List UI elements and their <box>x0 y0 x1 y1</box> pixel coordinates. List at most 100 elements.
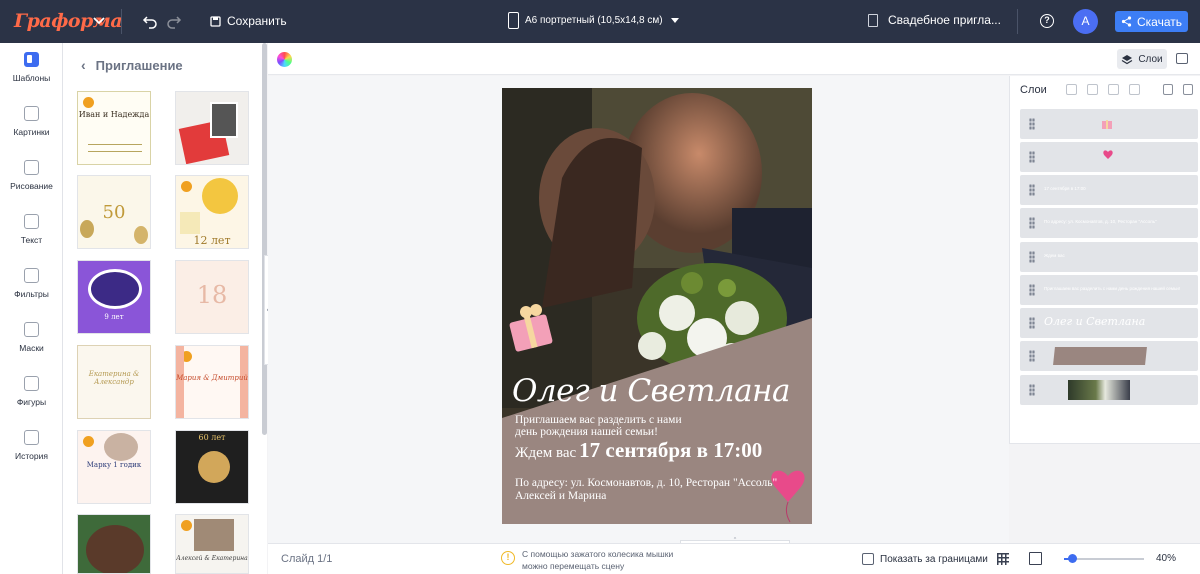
layer-row[interactable] <box>1020 341 1198 371</box>
trash-icon[interactable] <box>1183 84 1193 95</box>
color-wheel-icon[interactable] <box>277 52 292 67</box>
thumb-text: Алексей & Екатерина <box>176 555 248 562</box>
grid-icon[interactable] <box>997 553 1009 565</box>
drag-handle-icon[interactable] <box>1029 251 1035 263</box>
thumb-text: 18 <box>196 281 228 309</box>
rail-label: Фильтры <box>14 289 49 299</box>
drag-handle-icon[interactable] <box>1029 317 1035 329</box>
layer-row[interactable]: Олег и Светлана <box>1020 308 1198 338</box>
checkbox[interactable] <box>862 553 874 565</box>
shape-thumb <box>1053 347 1147 365</box>
redo-icon[interactable] <box>166 13 182 29</box>
user-avatar[interactable]: А <box>1073 9 1098 34</box>
rail-shapes[interactable]: Фигуры <box>0 376 63 407</box>
template-thumb[interactable] <box>77 514 151 574</box>
divider <box>1017 9 1018 34</box>
premium-crown-icon <box>181 181 192 192</box>
rail-images[interactable]: Картинки <box>0 106 63 137</box>
rail-history[interactable]: История <box>0 430 63 461</box>
bring-to-front-icon[interactable] <box>1066 84 1077 95</box>
rail-templates[interactable]: Шаблоны <box>0 52 63 83</box>
show-outside-toggle[interactable]: Показать за границами <box>862 553 988 565</box>
zoom-value: 40% <box>1156 553 1177 564</box>
layer-row[interactable]: 17 сентября в 17:00 <box>1020 175 1198 205</box>
undo-icon[interactable] <box>142 13 158 29</box>
template-thumb[interactable]: Екатерина & Александр <box>77 345 151 419</box>
page-size-select[interactable]: А6 портретный (10,5x14,8 см) <box>508 12 679 29</box>
wait-date: 17 сентября в 17:00 <box>579 438 763 462</box>
send-to-back-icon[interactable] <box>1129 84 1140 95</box>
layer-row[interactable]: Приглашаем вас разделить с нами день рож… <box>1020 275 1198 305</box>
card-invite-text[interactable]: Приглашаем вас разделить с нами день рож… <box>515 414 682 438</box>
layers-button[interactable]: Слои <box>1117 49 1167 69</box>
help-icon[interactable]: ? <box>1040 14 1054 28</box>
tool-strip <box>268 43 1200 75</box>
drag-handle-icon[interactable] <box>1029 184 1035 196</box>
layer-row[interactable] <box>1020 375 1198 405</box>
card-wait-text[interactable]: Ждем вас 17 сентября в 17:00 <box>515 438 762 463</box>
drag-handle-icon[interactable] <box>1029 284 1035 296</box>
left-rail: Шаблоны Картинки Рисование Текст Фильтры… <box>0 43 63 574</box>
rail-label: Картинки <box>13 127 50 137</box>
duplicate-icon[interactable] <box>1163 84 1173 95</box>
rail-filters[interactable]: Фильтры <box>0 268 63 299</box>
panel-scrollbar[interactable] <box>262 43 267 435</box>
rail-label: Шаблоны <box>12 73 51 83</box>
chevron-down-icon[interactable] <box>92 13 106 27</box>
template-thumb[interactable]: 60 лет <box>175 430 249 504</box>
template-thumb[interactable]: Алексей & Екатерина <box>175 514 249 574</box>
card-names[interactable]: Олег и Светлана <box>512 373 790 409</box>
rail-masks[interactable]: Маски <box>0 322 63 353</box>
templates-icon <box>24 52 39 67</box>
project-name[interactable]: Свадебное пригла... <box>868 13 1001 27</box>
layer-row[interactable]: Ждем вас <box>1020 242 1198 272</box>
thumb-text: Марку 1 годик <box>86 461 142 469</box>
download-button[interactable]: Скачать <box>1115 11 1188 32</box>
document-icon <box>508 12 519 29</box>
template-thumb[interactable] <box>175 91 249 165</box>
comment-icon[interactable] <box>1176 53 1188 64</box>
drag-handle-icon[interactable] <box>1029 350 1035 362</box>
photo-frame <box>210 102 238 138</box>
send-backward-icon[interactable] <box>1108 84 1119 95</box>
drag-handle-icon[interactable] <box>1029 151 1035 163</box>
bring-forward-icon[interactable] <box>1087 84 1098 95</box>
template-thumb[interactable]: Мария & Дмитрий <box>175 345 249 419</box>
back-arrow-icon[interactable]: ‹ <box>81 57 86 73</box>
drag-handle-icon[interactable] <box>1029 217 1035 229</box>
card-address-text[interactable]: По адресу: ул. Космонавтов, д. 10, Ресто… <box>515 477 777 503</box>
template-thumb[interactable]: Марку 1 годик <box>77 430 151 504</box>
drag-handle-icon[interactable] <box>1029 118 1035 130</box>
show-outside-label: Показать за границами <box>880 553 988 565</box>
hint-line-1: С помощью зажатого колесика мышки <box>522 549 674 559</box>
thumb-decor <box>88 144 142 152</box>
photo-circle <box>202 178 238 214</box>
layer-row[interactable]: По адресу: ул. Космонавтов, д. 10, Ресто… <box>1020 208 1198 238</box>
photo-frame <box>194 519 234 551</box>
save-button[interactable]: Сохранить <box>210 12 287 30</box>
template-thumb[interactable]: Иван и Надежда <box>77 91 151 165</box>
layer-row[interactable] <box>1020 142 1198 172</box>
thumb-text: 12 лет <box>193 234 231 247</box>
download-label: Скачать <box>1137 14 1182 29</box>
template-thumb[interactable]: 9 лет <box>77 260 151 334</box>
share-icon <box>1121 16 1132 27</box>
floral-border <box>176 346 184 418</box>
rail-drawing[interactable]: Рисование <box>0 160 63 191</box>
save-icon <box>210 15 221 27</box>
rail-label: Фигуры <box>16 397 47 407</box>
invitation-card[interactable]: Олег и Светлана Приглашаем вас разделить… <box>502 88 812 524</box>
template-thumb[interactable]: 12 лет <box>175 175 249 249</box>
drag-handle-icon[interactable] <box>1029 384 1035 396</box>
page-size-label: А6 портретный (10,5x14,8 см) <box>525 15 663 26</box>
zoom-slider-handle[interactable] <box>1068 554 1077 563</box>
fit-screen-icon[interactable] <box>1029 552 1042 565</box>
balloon-shape <box>134 226 148 244</box>
layer-row[interactable] <box>1020 109 1198 139</box>
photo-thumb <box>1068 380 1130 400</box>
template-thumb[interactable]: 18 <box>175 260 249 334</box>
rail-text[interactable]: Текст <box>0 214 63 245</box>
photo-circle <box>86 525 144 573</box>
template-thumb[interactable]: 50 <box>77 175 151 249</box>
slide-counter: Слайд 1/1 <box>281 553 333 565</box>
